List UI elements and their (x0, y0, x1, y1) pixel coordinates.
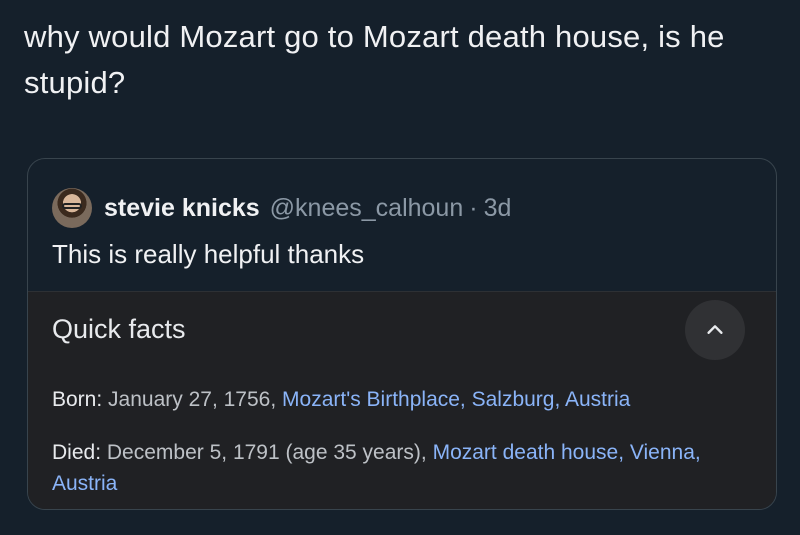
tweet-text: why would Mozart go to Mozart death hous… (24, 19, 725, 100)
tweet-age[interactable]: 3d (484, 194, 512, 223)
quoted-tweet-text: This is really helpful thanks (52, 239, 365, 269)
fact-died-label: Died (52, 441, 96, 464)
fact-died-date: December 5, 1791 (age 35 years), (106, 441, 427, 464)
chevron-up-icon (707, 325, 723, 334)
fact-born-place-link[interactable]: Mozart's Birthplace, Salzburg, Austria (282, 388, 630, 411)
user-handle[interactable]: @knees_calhoun (270, 194, 464, 223)
separator-dot: · (469, 193, 478, 222)
quoted-tweet-header: stevie knicks @knees_calhoun · 3d (52, 185, 511, 231)
fact-born-label: Born (52, 388, 97, 411)
display-name[interactable]: stevie knicks (104, 194, 260, 223)
fact-born: Born: January 27, 1756, Mozart's Birthpl… (52, 388, 631, 411)
fact-died: Died: December 5, 1791 (age 35 years), M… (52, 441, 701, 495)
quick-facts-title: Quick facts (52, 314, 186, 344)
quick-facts-panel: Quick facts Born: January 27, 1756, Moza… (28, 291, 776, 509)
fact-born-date: January 27, 1756, (108, 388, 277, 411)
quoted-tweet-card[interactable]: stevie knicks @knees_calhoun · 3d This i… (27, 158, 777, 510)
avatar[interactable] (52, 188, 92, 228)
collapse-button[interactable] (685, 300, 745, 360)
